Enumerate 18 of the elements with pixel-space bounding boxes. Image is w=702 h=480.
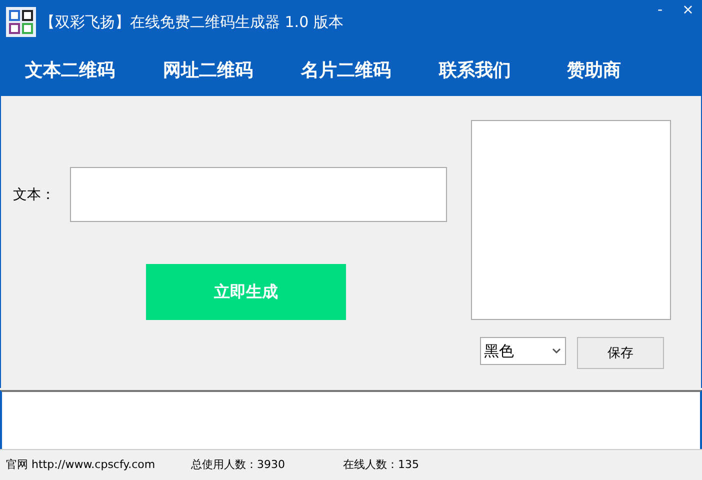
nav-tab[interactable]: 网址二维码 bbox=[163, 58, 253, 82]
nav-tab[interactable]: 文本二维码 bbox=[25, 58, 115, 82]
dropdown-value: 黑色 bbox=[484, 342, 514, 360]
window-title: 【双彩飞扬】在线免费二维码生成器 1.0 版本 bbox=[40, 12, 344, 32]
nav-tab[interactable]: 名片二维码 bbox=[301, 58, 391, 82]
dropdown-caret-icon bbox=[552, 348, 561, 354]
save-button[interactable]: 保存 bbox=[577, 337, 664, 369]
nav-tab[interactable]: 联系我们 bbox=[439, 58, 511, 82]
status-text: 总使用人数：3930 bbox=[191, 457, 286, 472]
app-logo-icon bbox=[6, 7, 36, 37]
text-input-field[interactable] bbox=[70, 167, 447, 222]
minimize-button[interactable]: - bbox=[646, 0, 674, 18]
status-text: 在线人数：135 bbox=[343, 457, 419, 472]
nav-tab[interactable]: 赞助商 bbox=[567, 58, 621, 82]
close-button[interactable]: × bbox=[674, 0, 702, 18]
status-text: 官网 http://www.cpscfy.com bbox=[6, 457, 156, 472]
color-dropdown[interactable]: 黑色 bbox=[480, 337, 566, 365]
text-label: 文本： bbox=[13, 186, 56, 204]
